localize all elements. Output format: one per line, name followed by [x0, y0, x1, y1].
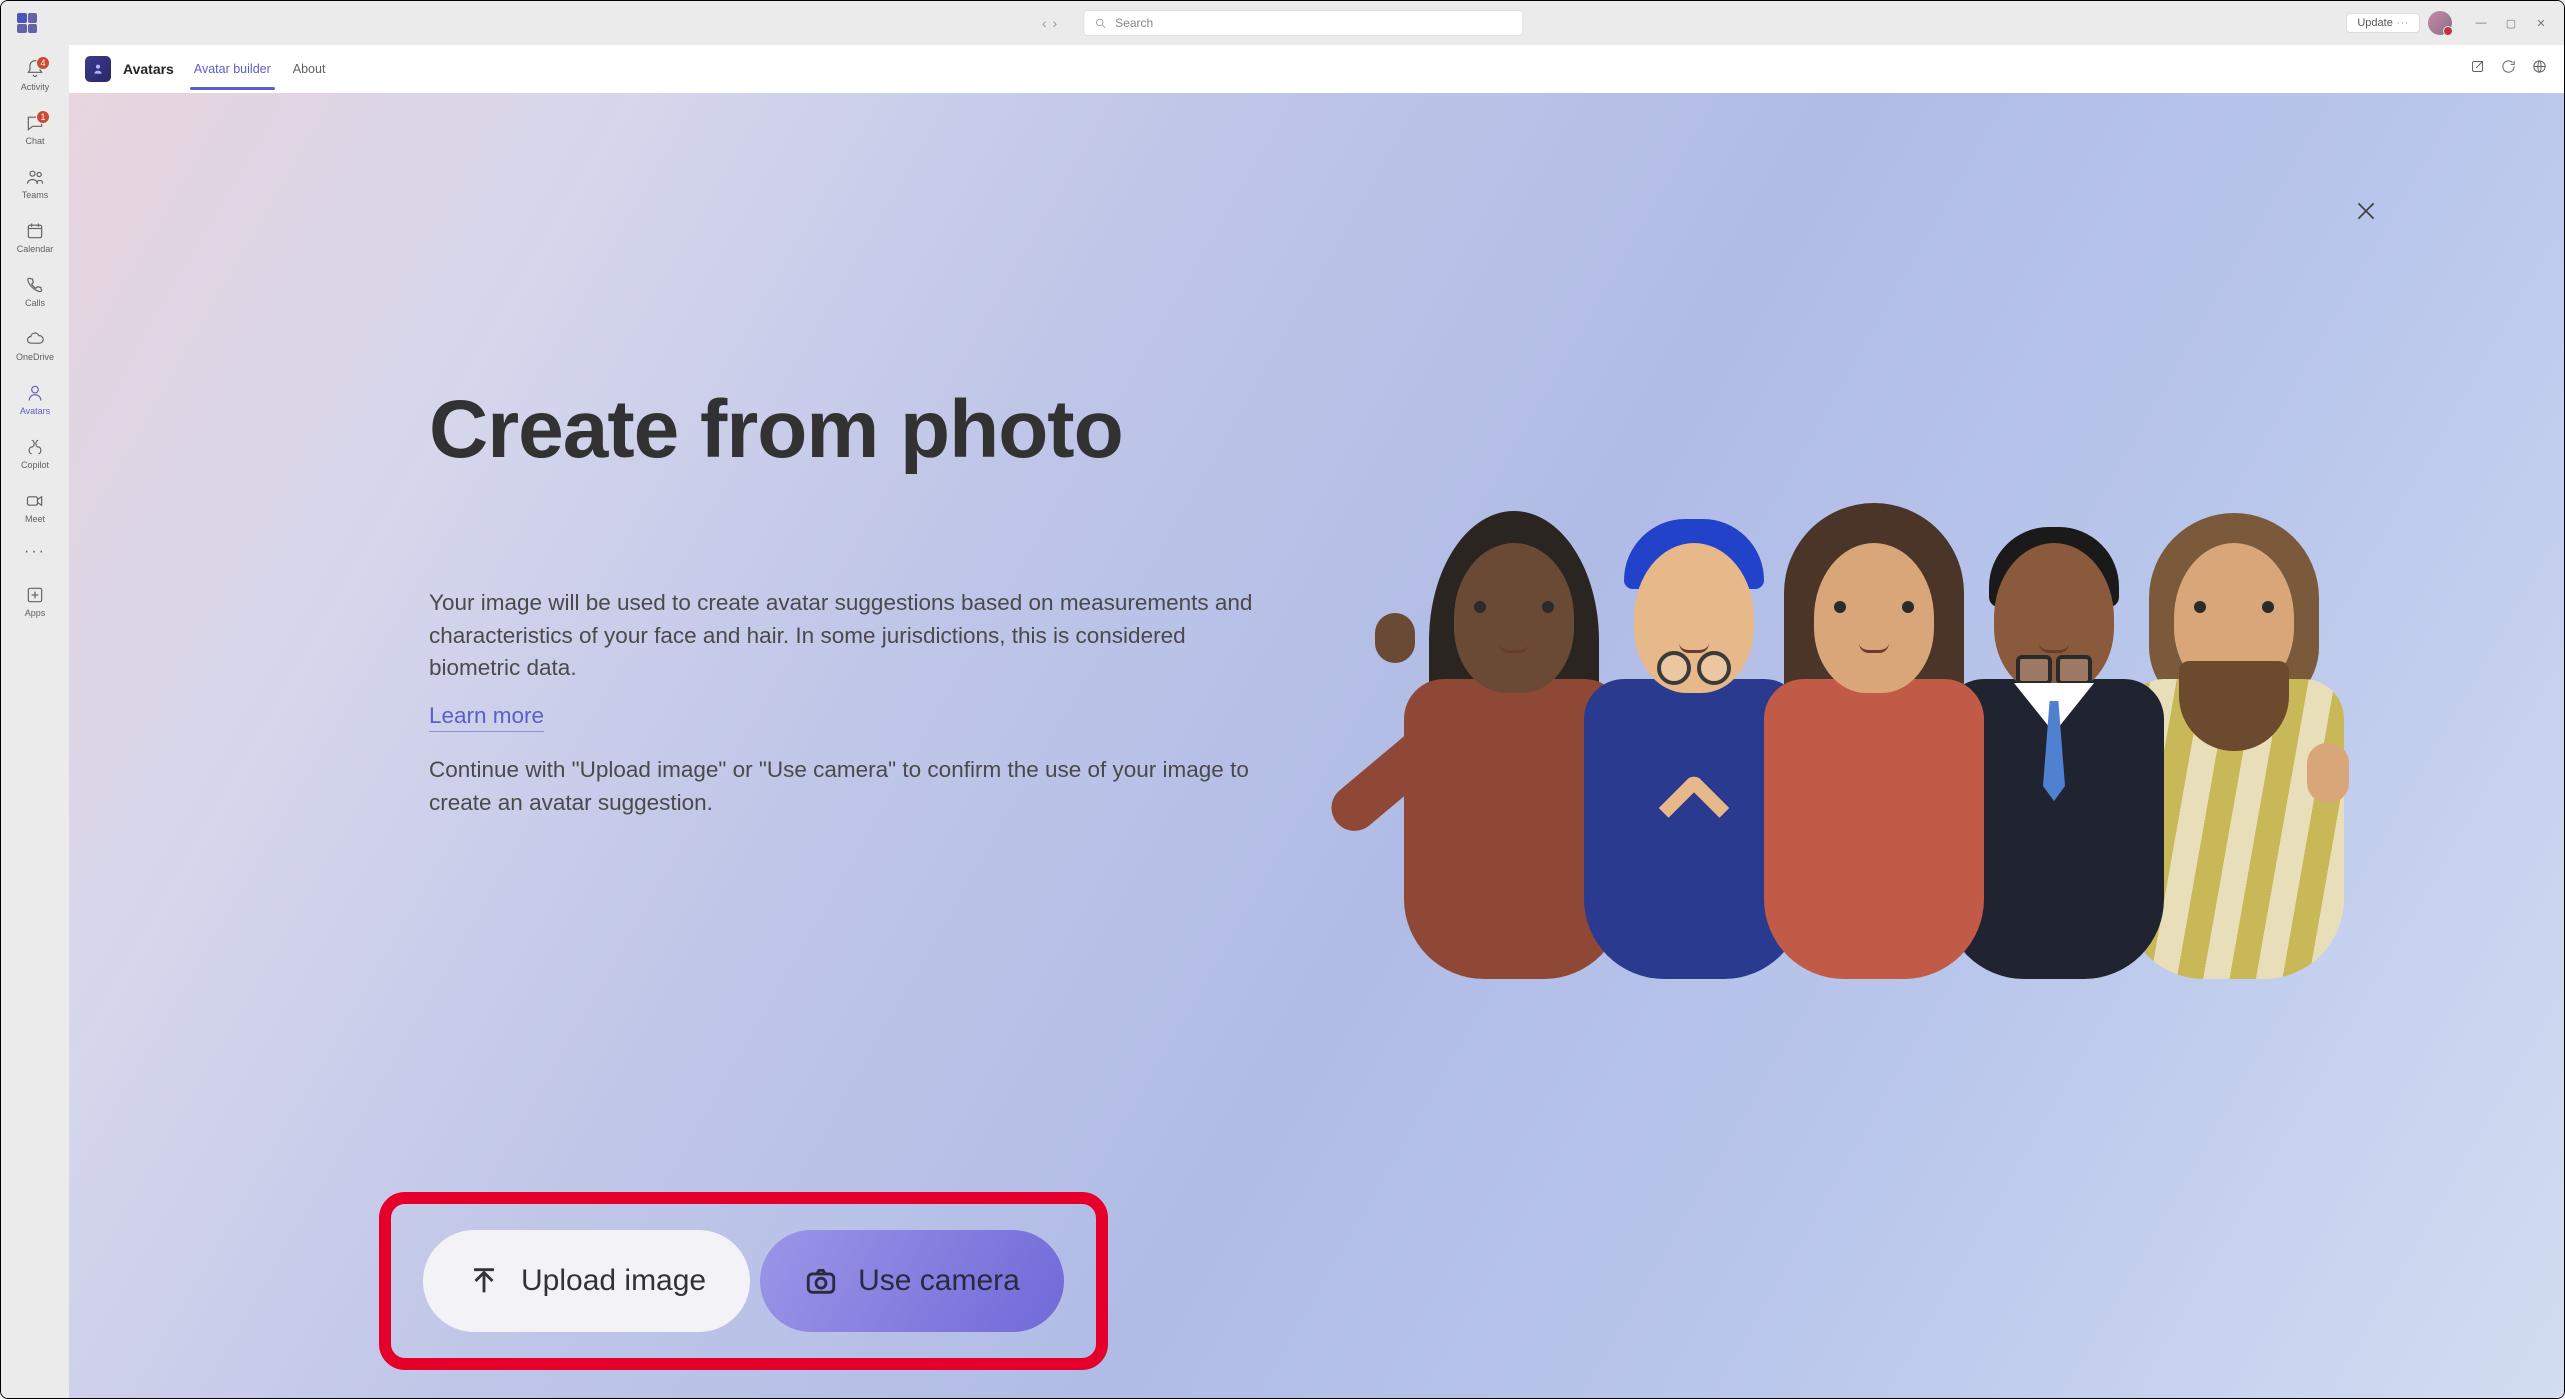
avatars-illustration — [1344, 423, 2404, 983]
activity-badge: 4 — [36, 56, 50, 70]
globe-icon[interactable] — [2531, 58, 2548, 80]
popout-icon[interactable] — [2469, 58, 2486, 80]
search-placeholder: Search — [1115, 16, 1153, 30]
copilot-icon — [24, 436, 46, 458]
sidebar-item-copilot[interactable]: Copilot — [5, 427, 65, 479]
close-button[interactable] — [2348, 193, 2384, 229]
search-icon — [1094, 17, 1107, 30]
tab-about[interactable]: About — [291, 48, 328, 90]
video-icon — [24, 490, 46, 512]
sidebar-item-apps[interactable]: Apps — [5, 575, 65, 627]
biometric-disclaimer: Your image will be used to create avatar… — [429, 587, 1259, 685]
calendar-icon — [24, 220, 46, 242]
sidebar-item-teams[interactable]: Teams — [5, 157, 65, 209]
upload-icon — [467, 1264, 501, 1298]
update-button[interactable]: Update ∙∙∙ — [2346, 13, 2420, 33]
chat-badge: 1 — [36, 110, 50, 124]
page-title: Create from photo — [429, 383, 1259, 477]
chat-icon: 1 — [24, 112, 46, 134]
people-icon — [24, 166, 46, 188]
upload-image-button[interactable]: Upload image — [423, 1230, 750, 1332]
sidebar-item-chat[interactable]: 1 Chat — [5, 103, 65, 155]
app-title: Avatars — [123, 61, 174, 77]
titlebar: ‹ › Search Update ∙∙∙ — ▢ ✕ — [1, 1, 2564, 45]
sidebar-item-activity[interactable]: 4 Activity — [5, 49, 65, 101]
window-maximize-button[interactable]: ▢ — [2496, 9, 2526, 37]
refresh-icon[interactable] — [2500, 58, 2517, 80]
use-camera-button[interactable]: Use camera — [760, 1230, 1064, 1332]
user-avatar[interactable] — [2428, 11, 2452, 35]
learn-more-link[interactable]: Learn more — [429, 703, 544, 732]
phone-icon — [24, 274, 46, 296]
continue-instruction: Continue with "Upload image" or "Use cam… — [429, 754, 1259, 819]
bell-icon: 4 — [24, 58, 46, 80]
cloud-icon — [24, 328, 46, 350]
app-rail: 4 Activity 1 Chat Teams — [1, 45, 69, 1398]
sidebar-more-button[interactable]: ··· — [24, 535, 46, 569]
search-input[interactable]: Search — [1083, 10, 1523, 36]
sidebar-item-calls[interactable]: Calls — [5, 265, 65, 317]
camera-icon — [804, 1264, 838, 1298]
app-header: Avatars Avatar builder About — [69, 45, 2564, 93]
sidebar-item-calendar[interactable]: Calendar — [5, 211, 65, 263]
sidebar-item-avatars[interactable]: Avatars — [5, 373, 65, 425]
window-minimize-button[interactable]: — — [2466, 9, 2496, 37]
sidebar-item-meet[interactable]: Meet — [5, 481, 65, 533]
nav-forward-button[interactable]: › — [1053, 15, 1058, 31]
action-buttons-highlight: Upload image Use camera — [379, 1192, 1108, 1370]
app-logo-icon — [85, 56, 111, 82]
tab-avatar-builder[interactable]: Avatar builder — [192, 48, 273, 90]
nav-back-button[interactable]: ‹ — [1042, 15, 1047, 31]
apps-icon — [24, 584, 46, 606]
teams-logo-icon — [17, 13, 37, 33]
sidebar-item-onedrive[interactable]: OneDrive — [5, 319, 65, 371]
window-close-button[interactable]: ✕ — [2526, 9, 2556, 37]
more-icon: ∙∙∙ — [2397, 17, 2409, 29]
avatar-icon — [24, 382, 46, 404]
